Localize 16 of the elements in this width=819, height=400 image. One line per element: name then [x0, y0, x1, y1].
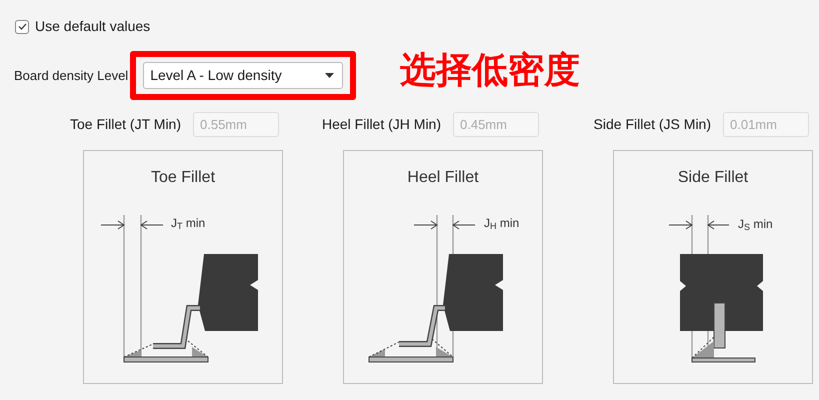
caret-icon: [325, 73, 334, 78]
field-label: Heel Fillet (JH Min): [322, 115, 441, 134]
diagram-title: Side Fillet: [678, 168, 748, 188]
field-label: Board density Level: [14, 66, 128, 85]
checkbox[interactable]: [15, 20, 29, 34]
dimension-label: J$_{H}$ min: [484, 217, 520, 229]
diagram-title: Heel Fillet: [407, 168, 479, 188]
diagram-title: Toe Fillet: [150, 168, 216, 188]
field-label: Toe Fillet (JT Min): [70, 115, 181, 134]
dimension-label: J$_{S}$ min: [738, 218, 773, 230]
checkmark-icon: [18, 23, 26, 30]
annotation-text: 选择低密度: [400, 48, 580, 92]
checkbox-label: Use default values: [35, 17, 150, 36]
density-dropdown[interactable]: Level A - Low density: [143, 62, 344, 89]
field-label: Side Fillet (JS Min): [594, 115, 711, 134]
dimension-label: J$_{T}$ min: [171, 217, 206, 229]
